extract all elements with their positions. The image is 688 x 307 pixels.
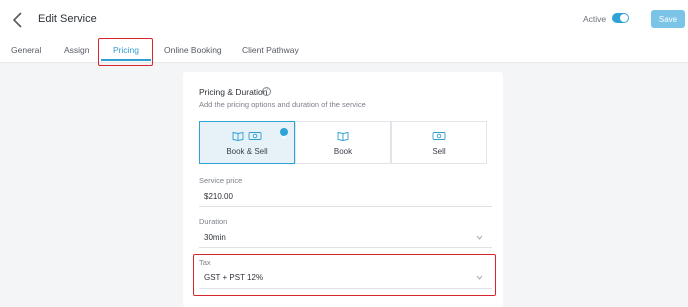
active-toggle[interactable]: [612, 13, 629, 23]
tab-online-booking[interactable]: Online Booking: [164, 45, 222, 55]
duration-underline: [199, 247, 492, 248]
save-button[interactable]: Save: [651, 10, 685, 28]
page-title: Edit Service: [38, 13, 97, 25]
tab-general[interactable]: General: [11, 45, 41, 55]
option-sell[interactable]: Sell: [391, 121, 487, 164]
duration-select[interactable]: 30min: [204, 233, 226, 242]
book-icon: [232, 131, 244, 141]
toggle-knob: [620, 14, 628, 22]
pricing-tab-highlight: [98, 38, 153, 66]
book-icon: [337, 131, 349, 141]
service-price-underline: [199, 206, 492, 207]
money-icon: [248, 132, 262, 140]
option-label: Book: [333, 147, 353, 156]
service-price-input[interactable]: $210.00: [204, 192, 233, 201]
option-label: Sell: [432, 147, 446, 156]
money-icon: [432, 132, 446, 140]
option-book[interactable]: Book: [295, 121, 391, 164]
active-label: Active: [583, 14, 607, 24]
option-label: Book & Sell: [226, 147, 268, 156]
section-title: Pricing & Duration: [199, 87, 268, 97]
option-icons: [296, 131, 390, 141]
tax-field-highlight: [193, 254, 496, 296]
help-icon[interactable]: ?: [262, 87, 271, 96]
option-icons: [392, 131, 486, 141]
chevron-down-icon[interactable]: [476, 235, 483, 240]
duration-label: Duration: [199, 217, 228, 226]
tab-assign[interactable]: Assign: [64, 45, 90, 55]
selected-check-icon: [280, 128, 288, 140]
section-subtitle: Add the pricing options and duration of …: [199, 100, 366, 109]
service-price-label: Service price: [199, 176, 243, 185]
tab-client-pathway[interactable]: Client Pathway: [242, 45, 299, 55]
option-book-and-sell[interactable]: Book & Sell: [199, 121, 295, 164]
back-arrow-icon[interactable]: [11, 10, 25, 30]
